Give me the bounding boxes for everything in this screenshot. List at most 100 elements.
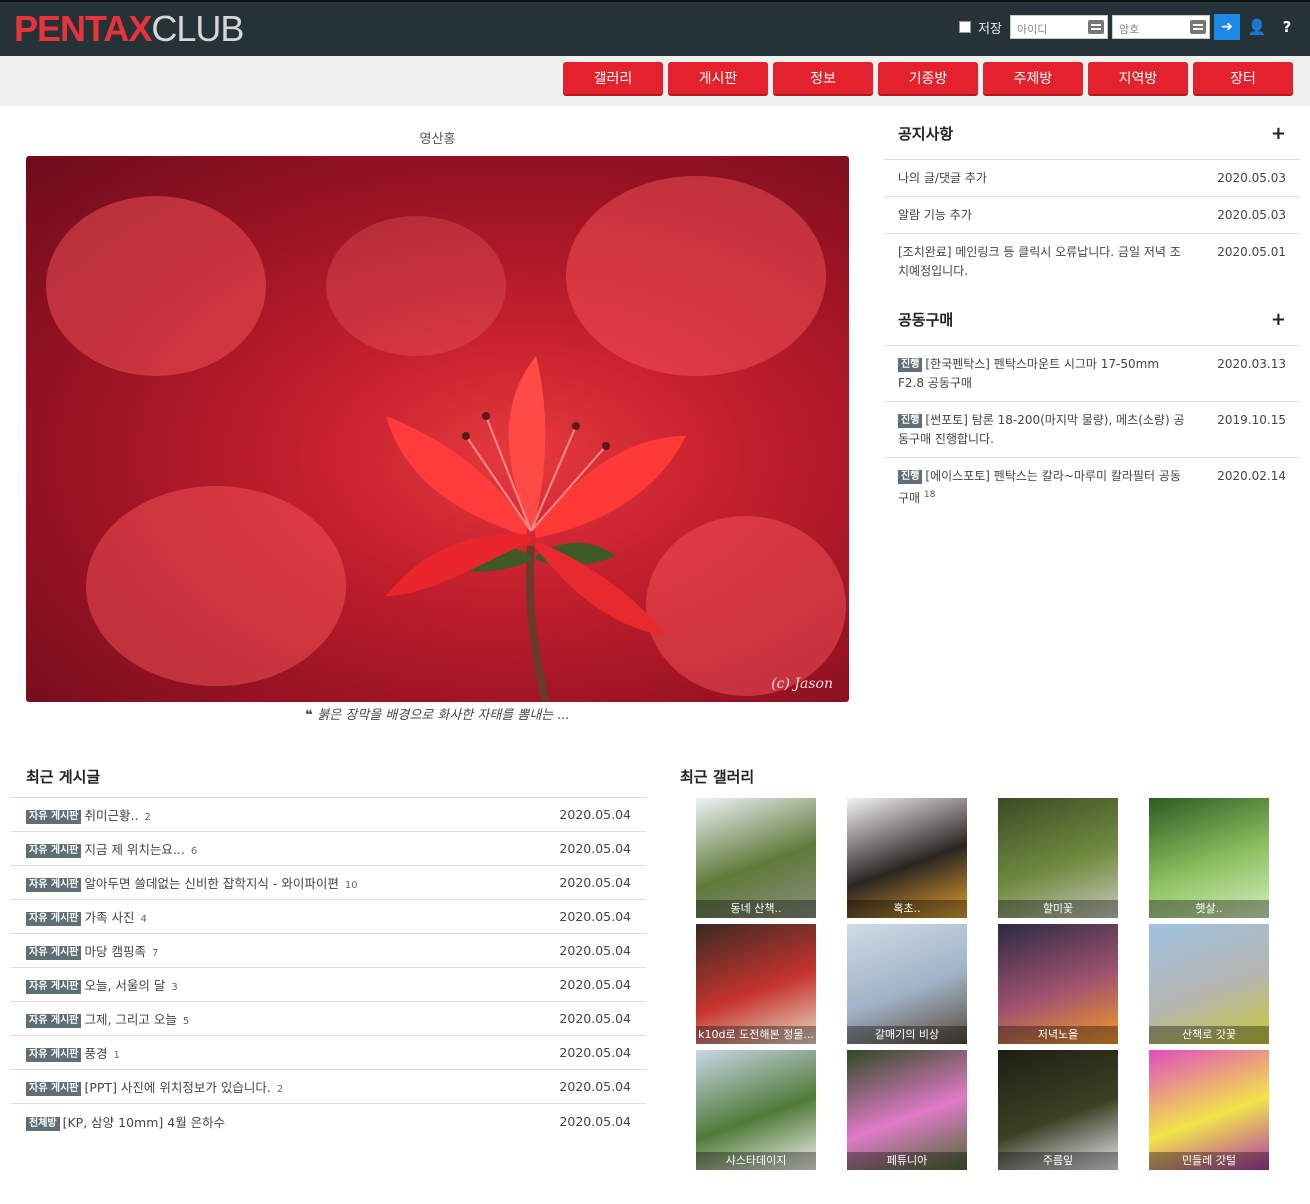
board-badge: 자유 게시판 (26, 1082, 82, 1096)
table-row[interactable]: 자유 게시판 지금 제 위치는요... 6 2020.05.04 (11, 832, 646, 866)
gallery-thumbnail[interactable]: 산책로 갓꽃 (1149, 924, 1269, 1044)
post-date: 2020.05.04 (559, 909, 631, 924)
comment-count: 10 (344, 880, 358, 891)
list-item[interactable]: 진행 [썬포토] 탐론 18-200(마지막 물량), 메츠(소량) 공동구매 진… (884, 402, 1300, 458)
groupbuy-text: [에이스포토] 펜탁스는 칼라~마루미 칼라필터 공동구매 (898, 469, 1181, 505)
thumbnail-caption: 햇살.. (1149, 900, 1269, 918)
status-badge: 진행 (898, 358, 923, 372)
table-row[interactable]: 자유 게시판 마당 캠핑족 7 2020.05.04 (11, 934, 646, 968)
save-login-label: 저장 (978, 21, 1002, 37)
groupbuy-more-icon[interactable]: + (1271, 309, 1286, 330)
post-title-cell: 자유 게시판 오늘, 서울의 달 3 (26, 975, 178, 994)
notice-more-icon[interactable]: + (1271, 123, 1286, 144)
table-row[interactable]: 자유 게시판 풍경 1 2020.05.04 (11, 1036, 646, 1070)
table-row[interactable]: 자유 게시판 취미근황.. 2 2020.05.04 (11, 798, 646, 832)
nav-board[interactable]: 게시판 (668, 62, 768, 96)
recent-posts-title: 최근 게시글 (11, 756, 646, 798)
keyboard-icon[interactable] (1088, 20, 1104, 34)
signup-button[interactable]: 👤 (1244, 14, 1270, 40)
gallery-thumbnail[interactable]: k10d로 도전해본 정물... (696, 924, 816, 1044)
thumbnail-caption: 산책로 갓꽃 (1149, 1026, 1269, 1044)
groupbuy-date: 2020.03.13 (1217, 357, 1286, 371)
post-title: 취미근황.. (84, 808, 139, 823)
comment-count: 2 (144, 812, 151, 823)
featured-caption: ❝ 붉은 장막을 배경으로 화사한 자태를 뽐내는 ... (26, 704, 849, 723)
table-row[interactable]: 자유 게시판 가족 사진 4 2020.05.04 (11, 900, 646, 934)
gallery-thumbnail[interactable]: 저녁노을 (998, 924, 1118, 1044)
recent-posts: 최근 게시글 자유 게시판 취미근황.. 2 2020.05.04 자유 게시판 지금 제… (11, 756, 646, 1138)
table-row[interactable]: 자유 게시판 그제, 그리고 오늘 5 2020.05.04 (11, 1002, 646, 1036)
post-date: 2020.05.04 (559, 1011, 631, 1026)
post-title-cell: 자유 게시판 지금 제 위치는요... 6 (26, 839, 197, 858)
post-title: 가족 사진 (84, 910, 135, 925)
post-title: [KP, 삼양 10mm] 4월 은하수 (62, 1114, 226, 1130)
comment-count: 7 (151, 948, 159, 959)
list-item[interactable]: [조치완료] 메인링크 등 클릭시 오류납니다. 금일 저녁 조치예정입니다. 2… (884, 234, 1300, 289)
sign-in-icon: ➜ (1221, 19, 1233, 35)
notice-text: 알람 기능 추가 (898, 208, 972, 222)
post-title: [PPT] 사진에 위치정보가 있습니다. (84, 1080, 271, 1095)
thumbnail-caption: k10d로 도전해본 정물... (696, 1026, 816, 1044)
table-row[interactable]: 자유 게시판 알아두면 쓸데없는 신비한 잡학지식 - 와이파이편 10 2020.0… (11, 866, 646, 900)
keyboard-icon[interactable] (1190, 20, 1206, 34)
gallery-thumbnail[interactable]: 혹초.. (847, 798, 967, 918)
table-row[interactable]: 자유 게시판 [PPT] 사진에 위치정보가 있습니다. 2 2020.05.04 (11, 1070, 646, 1104)
featured-photo[interactable]: (c) Jason (26, 156, 849, 702)
recent-gallery-title: 최근 갤러리 (680, 768, 755, 786)
groupbuy-text: [한국펜탁스] 펜탁스마운트 시그마 17-50mm F2.8 공동구매 (898, 357, 1160, 390)
comment-count: 5 (182, 1016, 190, 1027)
comment-count: 4 (140, 914, 147, 925)
bokeh (326, 216, 506, 356)
notice-title: 공지사항 (898, 125, 954, 143)
table-row[interactable]: 자유 게시판 오늘, 서울의 달 3 2020.05.04 (11, 968, 646, 1002)
post-date: 2020.05.04 (559, 977, 631, 992)
nav-region-room[interactable]: 지역방 (1088, 62, 1188, 96)
bokeh (46, 196, 266, 376)
board-badge: 자유 게시판 (26, 844, 82, 858)
post-title-cell: 자유 게시판 알아두면 쓸데없는 신비한 잡학지식 - 와이파이편 10 (26, 873, 358, 892)
site-header: PENTAXCLUB 저장 아이디 암호 ➜ 👤 ? (0, 0, 1310, 56)
notice-panel: 공지사항 + 나의 글/댓글 추가 2020.05.03 알람 기능 추가 2020… (884, 108, 1300, 289)
groupbuy-date: 2020.02.14 (1217, 469, 1286, 483)
list-item[interactable]: 진행 [에이스포토] 펜탁스는 칼라~마루미 칼라필터 공동구매 18 2020.0… (884, 458, 1300, 516)
thumbnail-caption: 동네 산책.. (696, 900, 816, 918)
post-date: 2020.05.04 (559, 943, 631, 958)
main-content: 영산홍 (c) Jason ❝ 붉은 장막을 배경으로 화사한 자태를 뽐내는 … (0, 106, 1310, 1204)
gallery-thumbnail[interactable]: 주름잎 (998, 1050, 1118, 1170)
nav-info[interactable]: 정보 (773, 62, 873, 96)
nav-model-room[interactable]: 기종방 (878, 62, 978, 96)
list-item[interactable]: 알람 기능 추가 2020.05.03 (884, 197, 1300, 234)
post-title: 오늘, 서울의 달 (84, 978, 166, 993)
thumbnail-caption: 페튜니아 (847, 1152, 967, 1170)
gallery-thumbnail[interactable]: 할미꽃 (998, 798, 1118, 918)
save-login-checkbox[interactable] (959, 21, 972, 33)
gallery-thumbnail[interactable]: 민들레 갓털 (1149, 1050, 1269, 1170)
gallery-thumbnail[interactable]: 햇살.. (1149, 798, 1269, 918)
list-item[interactable]: 나의 글/댓글 추가 2020.05.03 (884, 160, 1300, 197)
gallery-thumbnail[interactable]: 페튜니아 (847, 1050, 967, 1170)
login-button[interactable]: ➜ (1214, 14, 1240, 40)
nav-topic-room[interactable]: 주제방 (983, 62, 1083, 96)
nav-gallery[interactable]: 갤러리 (563, 62, 663, 96)
post-title-cell: 자유 게시판 가족 사진 4 (26, 907, 147, 926)
post-date: 2020.05.04 (559, 1079, 631, 1094)
notice-date: 2020.05.03 (1217, 171, 1286, 185)
site-logo[interactable]: PENTAXCLUB (14, 10, 244, 48)
id-input[interactable]: 아이디 (1010, 15, 1108, 39)
status-badge: 진행 (898, 470, 923, 484)
board-badge: 자유 게시판 (26, 1014, 82, 1028)
gallery-thumbnail[interactable]: 동네 산책.. (696, 798, 816, 918)
gallery-thumbnail[interactable]: 갈매기의 비상 (847, 924, 967, 1044)
notice-date: 2020.05.03 (1217, 208, 1286, 222)
password-input[interactable]: 암호 (1112, 15, 1210, 39)
table-row[interactable]: 천체방 [KP, 삼양 10mm] 4월 은하수 2020.05.04 (11, 1104, 646, 1138)
post-date: 2020.05.04 (559, 807, 631, 822)
gallery-thumbnail[interactable]: 샤스타데이지 (696, 1050, 816, 1170)
thumbnail-caption: 저녁노을 (998, 1026, 1118, 1044)
help-button[interactable]: ? (1274, 14, 1300, 40)
nav-market[interactable]: 장터 (1193, 62, 1293, 96)
thumbnail-caption: 샤스타데이지 (696, 1152, 816, 1170)
post-title-cell: 자유 게시판 그제, 그리고 오늘 5 (26, 1009, 189, 1028)
post-title-cell: 천체방 [KP, 삼양 10mm] 4월 은하수 (26, 1112, 231, 1131)
list-item[interactable]: 진행 [한국펜탁스] 펜탁스마운트 시그마 17-50mm F2.8 공동구매 20… (884, 346, 1300, 402)
